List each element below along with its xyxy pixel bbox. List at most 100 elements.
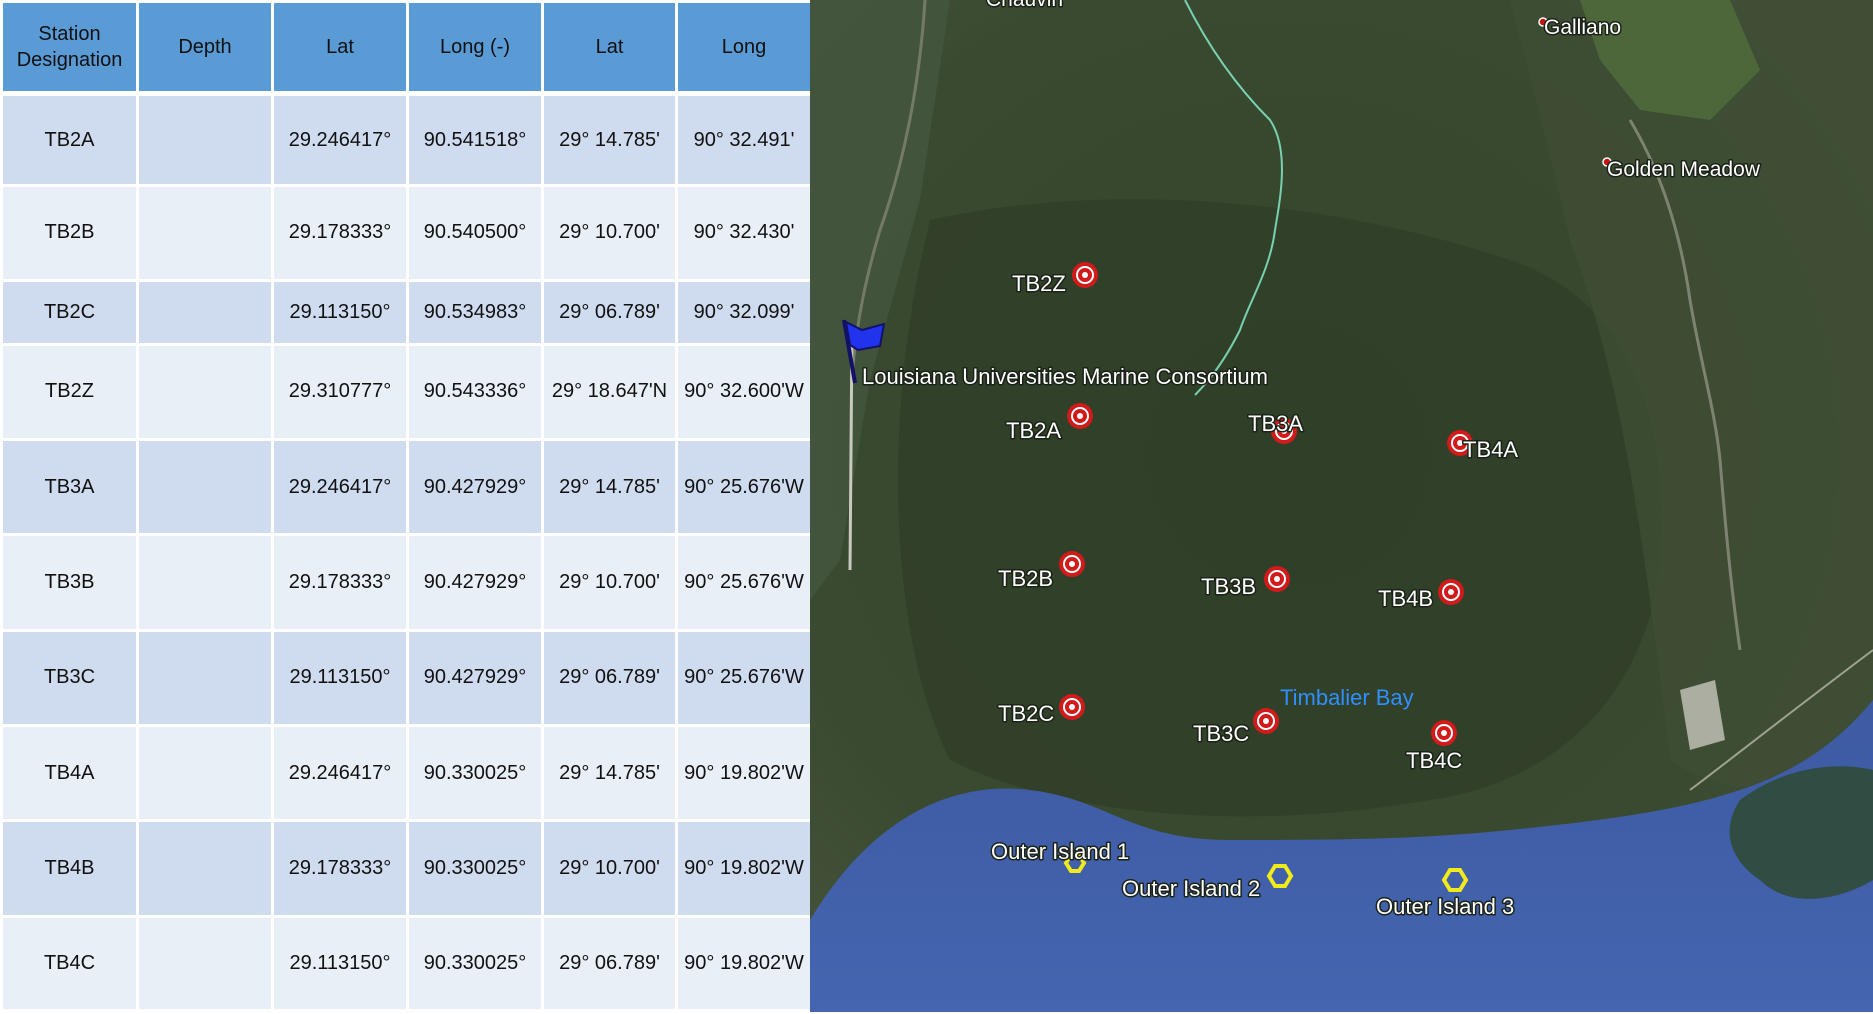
cell-long-decimal: 90.330025° [406,914,544,1013]
red-target-icon [1253,708,1279,734]
header-station-designation: Station Designation [0,0,139,95]
cell-long-dms: 90° 32.099' [675,278,813,346]
cell-lat-decimal: 29.246417° [271,438,409,537]
cell-station: TB2Z [0,342,139,442]
cell-long-decimal: 90.330025° [406,819,544,918]
cell-long-dms: 90° 19.802'W [675,819,813,918]
cell-depth [136,438,274,537]
cell-station: TB3A [0,438,139,537]
cell-lat-decimal: 29.246417° [271,91,409,188]
station-label-tb3c: TB3C [1193,721,1249,746]
cell-lat-decimal: 29.310777° [271,342,409,442]
cell-depth [136,184,274,282]
cell-lat-dms: 29° 06.789' [541,914,678,1013]
cell-lat-decimal: 29.246417° [271,723,409,823]
place-label-chauvin: Chauvin [986,0,1063,11]
cell-depth [136,723,274,823]
cell-lat-dms: 29° 14.785' [541,438,678,537]
cell-lat-decimal: 29.178333° [271,184,409,282]
cell-long-decimal: 90.534983° [406,278,544,346]
cell-long-dms: 90° 25.676'W [675,533,813,632]
header-long-dms: Long [675,0,813,95]
table-row: TB4C 29.113150° 90.330025° 29° 06.789' 9… [0,914,813,1013]
cell-station: TB2A [0,91,139,188]
cell-depth [136,628,274,727]
cell-long-dms: 90° 32.430' [675,184,813,282]
red-target-icon [1067,403,1093,429]
cell-station: TB4B [0,819,139,918]
cell-long-dms: 90° 19.802'W [675,914,813,1013]
place-golden-meadow: Golden Meadow [1602,157,1762,183]
cell-long-dms: 90° 25.676'W [675,628,813,727]
cell-lat-dms: 29° 18.647'N [541,342,678,442]
cell-station: TB3C [0,628,139,727]
table-row: TB4B 29.178333° 90.330025° 29° 10.700' 9… [0,819,813,918]
cell-lat-decimal: 29.113150° [271,628,409,727]
cell-long-decimal: 90.427929° [406,438,544,537]
cell-depth [136,533,274,632]
outer-island-label-2: Outer Island 2 [1122,876,1260,901]
cell-station: TB2B [0,184,139,282]
cell-station: TB2C [0,278,139,346]
cell-lat-decimal: 29.178333° [271,533,409,632]
table-row: TB2Z 29.310777° 90.543336° 29° 18.647'N … [0,342,813,442]
station-table: Station Designation Depth Lat Long (-) L… [0,0,813,1013]
cell-long-dms: 90° 25.676'W [675,438,813,537]
cell-long-decimal: 90.543336° [406,342,544,442]
outer-island-label-3: Outer Island 3 [1376,894,1514,919]
cell-depth [136,914,274,1013]
cell-lat-decimal: 29.113150° [271,278,409,346]
cell-depth [136,91,274,188]
cell-long-dms: 90° 19.802'W [675,723,813,823]
place-label-golden-meadow: Golden Meadow [1607,158,1761,181]
outer-island-label-1: Outer Island 1 [991,839,1129,864]
red-target-icon [1059,551,1085,577]
cell-long-decimal: 90.540500° [406,184,544,282]
cell-station: TB4C [0,914,139,1013]
cell-depth [136,342,274,442]
header-lat-dms: Lat [541,0,678,95]
station-label-tb3a: TB3A [1248,411,1303,436]
cell-station: TB4A [0,723,139,823]
cell-depth [136,819,274,918]
place-galliano: Galliano [1538,15,1623,41]
header-lat-decimal: Lat [271,0,409,95]
cell-lat-dms: 29° 06.789' [541,278,678,346]
cell-lat-dms: 29° 14.785' [541,91,678,188]
cell-station: TB3B [0,533,139,632]
cell-long-dms: 90° 32.600'W [675,342,813,442]
satellite-map[interactable]: Chauvin Galliano Golden Meadow Louisiana… [810,0,1873,1012]
station-label-tb4a: TB4A [1463,437,1518,462]
red-target-icon [1072,262,1098,288]
station-label-tb2z: TB2Z [1012,271,1066,296]
cell-long-decimal: 90.427929° [406,533,544,632]
cell-long-decimal: 90.427929° [406,628,544,727]
cell-lat-dms: 29° 10.700' [541,819,678,918]
cell-lat-decimal: 29.113150° [271,914,409,1013]
cell-lat-dms: 29° 10.700' [541,184,678,282]
cell-long-decimal: 90.330025° [406,723,544,823]
header-depth: Depth [136,0,274,95]
table-header-row: Station Designation Depth Lat Long (-) L… [0,0,813,95]
station-label-tb4c: TB4C [1406,748,1462,773]
cell-lat-dms: 29° 10.700' [541,533,678,632]
place-label-lumcon: Louisiana Universities Marine Consortium [862,364,1268,389]
cell-lat-dms: 29° 06.789' [541,628,678,727]
station-label-tb2a: TB2A [1006,418,1061,443]
cell-long-dms: 90° 32.491' [675,91,813,188]
table-row: TB2A 29.246417° 90.541518° 29° 14.785' 9… [0,91,813,188]
cell-lat-decimal: 29.178333° [271,819,409,918]
place-label-timbalier-bay: Timbalier Bay [1280,685,1414,710]
red-target-icon [1431,720,1457,746]
station-label-tb2b: TB2B [998,566,1053,591]
table-row: TB4A 29.246417° 90.330025° 29° 14.785' 9… [0,723,813,823]
red-target-icon [1264,566,1290,592]
table-row: TB3C 29.113150° 90.427929° 29° 06.789' 9… [0,628,813,727]
cell-depth [136,278,274,346]
red-target-icon [1059,694,1085,720]
table-row: TB3B 29.178333° 90.427929° 29° 10.700' 9… [0,533,813,632]
table-row: TB2B 29.178333° 90.540500° 29° 10.700' 9… [0,184,813,282]
station-label-tb3b: TB3B [1201,574,1256,599]
table-row: TB3A 29.246417° 90.427929° 29° 14.785' 9… [0,438,813,537]
table-row: TB2C 29.113150° 90.534983° 29° 06.789' 9… [0,278,813,346]
